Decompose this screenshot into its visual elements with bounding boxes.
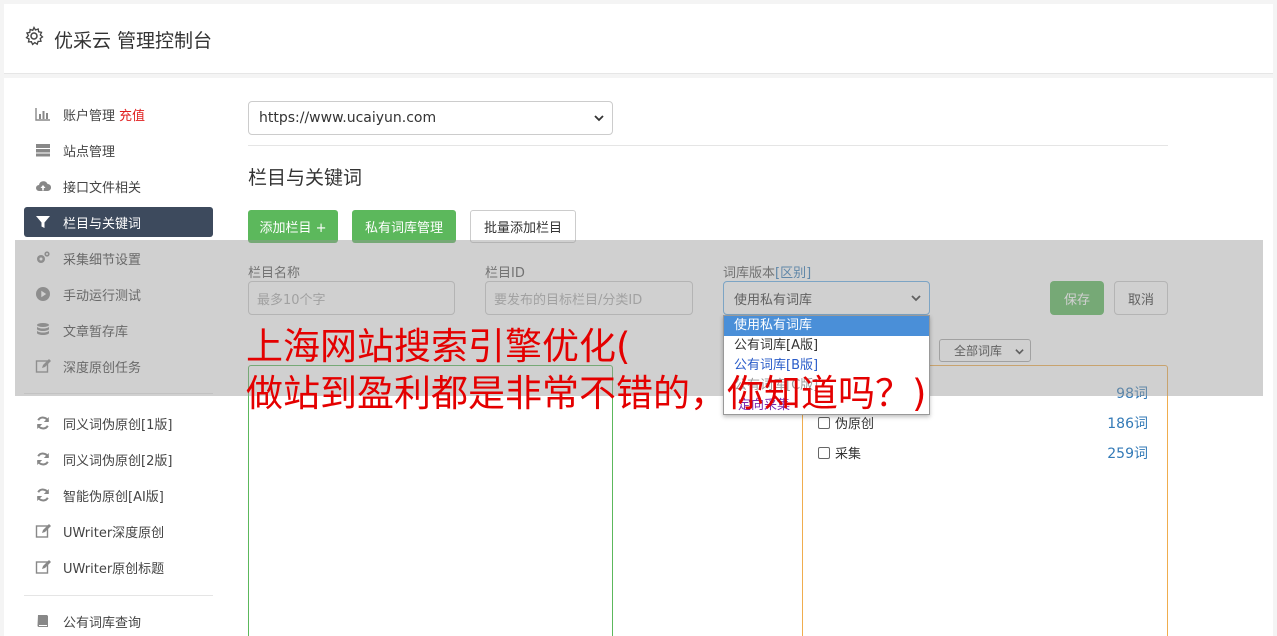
- sidebar-item-label: UWriter深度原创: [63, 525, 165, 541]
- edit-icon: [34, 523, 52, 539]
- lib-option-directed[interactable]: 定向采集: [724, 396, 929, 416]
- cloud-upload-icon: [34, 178, 52, 194]
- recharge-link[interactable]: 充值: [119, 105, 145, 124]
- sidebar-item-label: 账户管理: [63, 108, 116, 124]
- private-lib-button[interactable]: 私有词库管理: [352, 210, 456, 243]
- gear-icon: [25, 26, 44, 46]
- bar-chart-icon: [34, 106, 52, 122]
- sidebar-divider: [24, 595, 213, 596]
- sidebar-item-sites[interactable]: 站点管理: [24, 135, 213, 165]
- lib-option-private[interactable]: 使用私有词库: [724, 316, 929, 336]
- overlay-band: [15, 240, 1263, 396]
- sidebar-item-label: 公有词库查询: [63, 615, 142, 631]
- word-count: 186词: [1107, 416, 1148, 432]
- lib-option-c[interactable]: 公有词库[C版]: [724, 376, 929, 396]
- sidebar-item-uwriter-deep[interactable]: UWriter深度原创: [24, 516, 213, 546]
- lib-version-dropdown[interactable]: 使用私有词库 公有词库[A版] 公有词库[B版] 公有词库[C版] 定向采集: [723, 315, 930, 415]
- chevron-down-icon: [594, 115, 604, 122]
- sidebar-item-label: 栏目与关键词: [63, 216, 142, 232]
- section-title: 栏目与关键词: [248, 167, 363, 189]
- batch-add-button[interactable]: 批量添加栏目: [470, 210, 576, 243]
- site-select[interactable]: https://www.ucaiyun.com: [248, 101, 613, 135]
- refresh-icon: [34, 451, 52, 467]
- word-count: 259词: [1107, 446, 1148, 462]
- sidebar-item-account[interactable]: 账户管理 充值: [24, 99, 213, 129]
- edit-icon: [34, 559, 52, 575]
- sidebar-item-label: 接口文件相关: [63, 180, 142, 196]
- sidebar-item-interface[interactable]: 接口文件相关: [24, 171, 213, 201]
- sidebar-item-uwriter-title[interactable]: UWriter原创标题: [24, 552, 213, 582]
- selected-words-box[interactable]: [248, 365, 613, 636]
- add-column-button[interactable]: 添加栏目 +: [248, 210, 338, 243]
- checkbox[interactable]: [818, 416, 830, 429]
- app-title: 优采云 管理控制台: [54, 30, 213, 52]
- lib-option-b[interactable]: 公有词库[B版]: [724, 356, 929, 376]
- lib-option-a[interactable]: 公有词库[A版]: [724, 336, 929, 356]
- filter-icon: [34, 214, 52, 230]
- sidebar-item-label: 同义词伪原创[2版]: [63, 453, 173, 469]
- refresh-icon: [34, 487, 52, 503]
- sidebar-item-label: UWriter原创标题: [63, 561, 165, 577]
- checkbox[interactable]: [818, 446, 830, 459]
- sidebar-item-synonym-v1[interactable]: 同义词伪原创[1版]: [24, 408, 213, 438]
- server-icon: [34, 142, 52, 158]
- sidebar-item-columns[interactable]: 栏目与关键词: [24, 207, 213, 237]
- word-lib-label: 采集: [835, 447, 862, 462]
- section-divider: [248, 145, 1168, 146]
- top-bar: 优采云 管理控制台: [4, 4, 1273, 74]
- sidebar-item-label: 智能伪原创[AI版]: [63, 489, 164, 505]
- site-select-value: https://www.ucaiyun.com: [259, 110, 437, 126]
- sidebar-item-label: 同义词伪原创[1版]: [63, 417, 173, 433]
- sidebar-item-synonym-v2[interactable]: 同义词伪原创[2版]: [24, 444, 213, 474]
- refresh-icon: [34, 415, 52, 431]
- sidebar-item-ai-original[interactable]: 智能伪原创[AI版]: [24, 480, 213, 510]
- word-lib-row-collect[interactable]: 采集: [818, 443, 861, 462]
- sidebar-item-public-lib[interactable]: 公有词库查询: [24, 606, 213, 636]
- book-icon: [34, 613, 52, 629]
- sidebar-item-label: 站点管理: [63, 144, 116, 160]
